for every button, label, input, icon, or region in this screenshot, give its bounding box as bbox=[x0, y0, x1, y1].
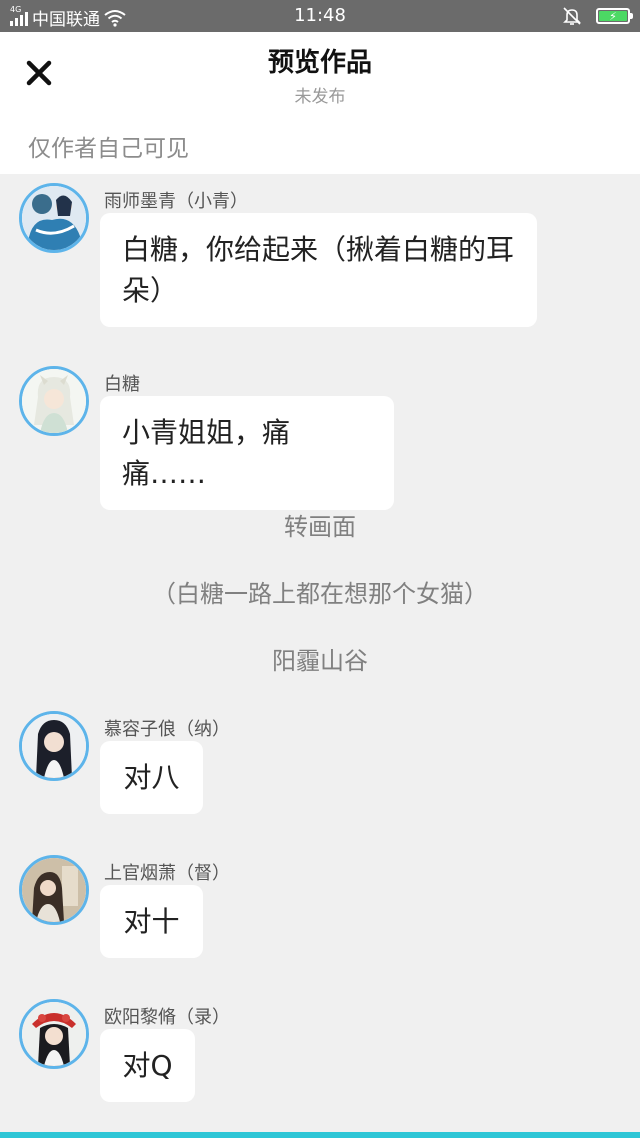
avatar[interactable] bbox=[19, 711, 89, 781]
avatar-image bbox=[22, 714, 86, 778]
sender-name: 雨师墨青（小青） bbox=[104, 191, 248, 212]
avatar-image bbox=[22, 186, 86, 250]
chat-message: 白糖 小青姐姐，痛痛…… bbox=[0, 366, 640, 510]
message-bubble[interactable]: 对Q bbox=[100, 1029, 195, 1102]
avatar-image bbox=[22, 1002, 86, 1066]
message-bubble[interactable]: 对八 bbox=[100, 741, 203, 814]
status-bar: 4G 中国联通 11:48 ⚡ bbox=[0, 0, 640, 32]
chat-message: 慕容子俍（纳） 对八 bbox=[0, 711, 640, 814]
chat-feed[interactable]: 雨师墨青（小青） 白糖，你给起来（揪着白糖的耳朵） 白糖 小青姐姐，痛痛…… 转… bbox=[0, 174, 640, 1130]
sender-name: 欧阳黎脩（录） bbox=[104, 1007, 230, 1028]
chat-message: 雨师墨青（小青） 白糖，你给起来（揪着白糖的耳朵） bbox=[0, 183, 640, 328]
avatar[interactable] bbox=[19, 366, 89, 436]
avatar-image bbox=[22, 369, 86, 433]
narration-text: （白糖一路上都在想那个女猫） bbox=[152, 580, 488, 608]
avatar-image bbox=[22, 858, 86, 922]
narration-text: 阳霾山谷 bbox=[272, 647, 368, 675]
battery-icon: ⚡ bbox=[596, 8, 633, 24]
visibility-notice: 仅作者自己可见 bbox=[0, 117, 640, 174]
chat-message: 上官烟萧（督） 对十 bbox=[0, 855, 640, 958]
header: 预览作品 未发布 bbox=[0, 32, 640, 117]
message-bubble[interactable]: 小青姐姐，痛痛…… bbox=[100, 396, 394, 510]
sender-name: 慕容子俍（纳） bbox=[104, 719, 230, 740]
message-bubble[interactable]: 白糖，你给起来（揪着白糖的耳朵） bbox=[100, 213, 537, 327]
narration-text: 转画面 bbox=[284, 513, 356, 541]
avatar[interactable] bbox=[19, 999, 89, 1069]
bottom-accent-bar bbox=[0, 1132, 640, 1138]
sender-name: 白糖 bbox=[104, 374, 140, 395]
chat-message: 欧阳黎脩（录） 对Q bbox=[0, 999, 640, 1102]
status-time: 11:48 bbox=[294, 5, 346, 26]
sender-name: 上官烟萧（督） bbox=[104, 863, 230, 884]
bell-muted-icon bbox=[563, 7, 581, 25]
avatar[interactable] bbox=[19, 183, 89, 253]
page-title: 预览作品 bbox=[267, 48, 372, 78]
message-bubble[interactable]: 对十 bbox=[100, 885, 203, 958]
visibility-notice-text: 仅作者自己可见 bbox=[28, 136, 189, 162]
avatar[interactable] bbox=[19, 855, 89, 925]
status-right: ⚡ bbox=[562, 6, 633, 26]
publish-status: 未发布 bbox=[294, 87, 346, 107]
